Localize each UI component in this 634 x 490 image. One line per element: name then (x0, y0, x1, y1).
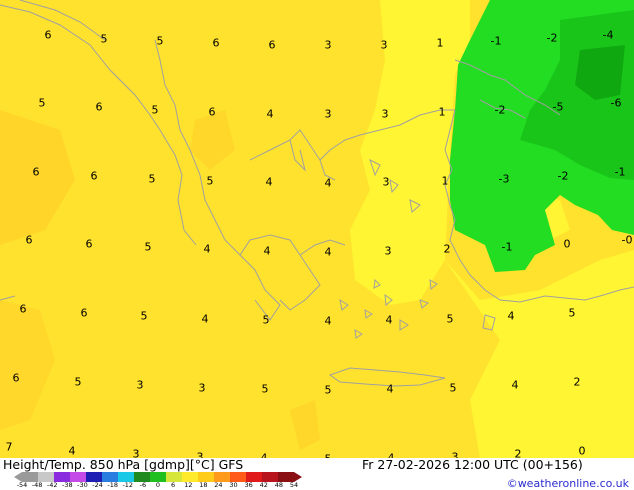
color-scale-bar (14, 472, 302, 482)
temperature-value: 5 (74, 375, 82, 389)
scale-tick-label: 54 (289, 481, 299, 489)
temperature-value: 4 (265, 175, 273, 189)
temperature-value: 5 (568, 306, 576, 320)
temperature-value: -1 (614, 165, 626, 179)
temperature-value: -5 (552, 100, 564, 114)
temperature-value: 7 (5, 440, 13, 454)
temperature-value: 5 (100, 32, 108, 46)
temperature-value: 3 (198, 381, 206, 395)
credit-link[interactable]: ©weatheronline.co.uk (507, 477, 629, 490)
temperature-value: 6 (85, 237, 93, 251)
scale-tick-label: -54 (16, 481, 28, 489)
temperature-value: -0 (621, 233, 633, 247)
scale-tick-label: 6 (171, 481, 176, 489)
scale-tick-label: 42 (259, 481, 268, 489)
scale-tick-label: -30 (77, 481, 88, 489)
temperature-value: 5 (206, 174, 214, 188)
temperature-value: 4 (201, 312, 209, 326)
scale-tick-label: 12 (184, 481, 193, 489)
forecast-datetime: Fr 27-02-2026 12:00 UTC (00+156) (362, 457, 583, 472)
temperature-value: -1 (490, 34, 502, 48)
temperature-field (0, 0, 634, 458)
weather-map: 6 5 5 6 6 3 3 1 -1 -2 -4 5 6 5 6 4 3 3 1 -2 -5 -6 6 6 5 5 4 4 3 1 -3 -2… (0, 0, 634, 458)
map-title: Height/Temp. 850 hPa [gdmp][°C] GFS (3, 457, 244, 472)
temperature-value: 6 (44, 28, 52, 42)
temperature-value: 6 (12, 371, 20, 385)
temperature-value: 6 (80, 306, 88, 320)
temperature-value: 5 (38, 96, 46, 110)
temperature-value: 4 (385, 313, 393, 327)
temperature-value: 2 (573, 375, 581, 389)
temperature-value: 5 (144, 240, 152, 254)
temperature-value: 6 (208, 105, 216, 119)
temperature-value: 4 (324, 314, 332, 328)
temperature-value: 5 (262, 313, 270, 327)
temperature-value: -2 (546, 31, 558, 45)
temperature-value: 3 (324, 107, 332, 121)
temperature-value: 5 (148, 172, 156, 186)
temperature-value: 5 (156, 34, 164, 48)
temperature-value: 1 (436, 36, 444, 50)
temperature-value: 3 (136, 378, 144, 392)
temperature-value: -4 (602, 28, 614, 42)
temperature-value: 0 (563, 237, 571, 251)
temperature-value: 4 (386, 382, 394, 396)
temperature-value: 5 (261, 382, 269, 396)
temperature-value: 4 (507, 309, 515, 323)
temperature-value: 5 (449, 381, 457, 395)
map-footer: Height/Temp. 850 hPa [gdmp][°C] GFS Fr 2… (0, 458, 634, 490)
scale-tick-label: -12 (122, 481, 134, 489)
temperature-value: 2 (443, 242, 451, 256)
temperature-value: 4 (511, 378, 519, 392)
temperature-value: 5 (324, 383, 332, 397)
temperature-value: 4 (324, 176, 332, 190)
temperature-value: 4 (263, 244, 271, 258)
scale-tick-label: -24 (92, 481, 103, 489)
temperature-value: 6 (25, 233, 33, 247)
scale-tick-label: -18 (107, 481, 118, 489)
temperature-value: 4 (324, 245, 332, 259)
temperature-value: -2 (494, 103, 506, 117)
temperature-value: 6 (95, 100, 103, 114)
scale-tick-label: -6 (139, 481, 147, 489)
temperature-value: 5 (151, 103, 159, 117)
temperature-value: 6 (19, 302, 27, 316)
temperature-value: 5 (140, 309, 148, 323)
temperature-value: 6 (90, 169, 98, 183)
temperature-value: 6 (32, 165, 40, 179)
temperature-value: 4 (203, 242, 211, 256)
temperature-value: 5 (446, 312, 454, 326)
scale-tick-label: 0 (155, 481, 161, 489)
scale-tick-label: 30 (229, 481, 238, 489)
temperature-value: 6 (212, 36, 220, 50)
temperature-value: 3 (380, 38, 388, 52)
temperature-value: -2 (557, 169, 569, 183)
temperature-value: 3 (382, 175, 390, 189)
temperature-value: 4 (68, 444, 76, 458)
temperature-value: 6 (268, 38, 276, 52)
temperature-value: 1 (441, 174, 449, 188)
scale-tick-label: -48 (31, 481, 43, 489)
scale-tick-label: 24 (214, 481, 223, 489)
temperature-value: 3 (384, 244, 392, 258)
temperature-value: 3 (381, 107, 389, 121)
temperature-value: -3 (498, 172, 510, 186)
temperature-value: 1 (438, 105, 446, 119)
scale-tick-label: 18 (199, 481, 208, 489)
temperature-value: -6 (610, 96, 622, 110)
scale-tick-label: -38 (62, 481, 73, 489)
scale-tick-label: -42 (46, 481, 58, 489)
temperature-value: 3 (324, 38, 332, 52)
temperature-value: 0 (578, 444, 586, 458)
scale-tick-label: 48 (274, 481, 284, 489)
temperature-value: 4 (266, 107, 274, 121)
scale-tick-label: 36 (244, 481, 253, 489)
temperature-value: -1 (501, 240, 513, 254)
